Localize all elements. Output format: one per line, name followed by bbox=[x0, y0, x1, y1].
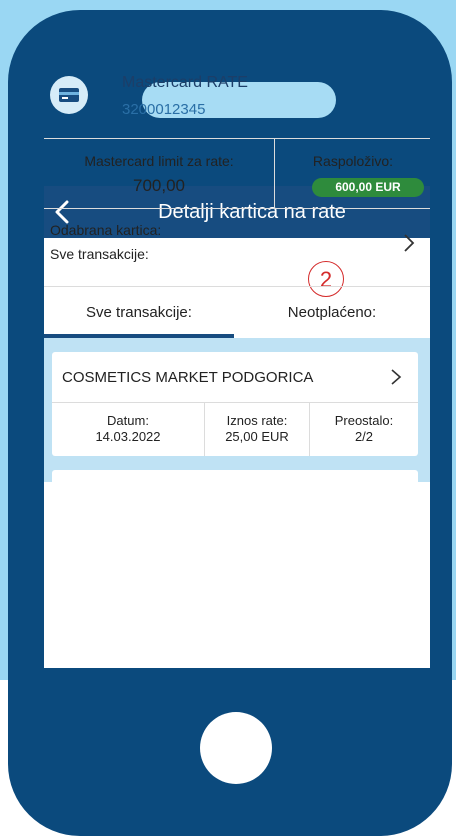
back-chevron-icon[interactable] bbox=[52, 200, 74, 224]
page-title: Detalji kartica na rate bbox=[158, 201, 346, 223]
app-screen: Detalji kartica na rate bbox=[44, 186, 430, 668]
phone-speaker bbox=[142, 82, 336, 118]
home-button[interactable] bbox=[200, 712, 272, 784]
nav-bar: Detalji kartica na rate bbox=[44, 186, 430, 238]
